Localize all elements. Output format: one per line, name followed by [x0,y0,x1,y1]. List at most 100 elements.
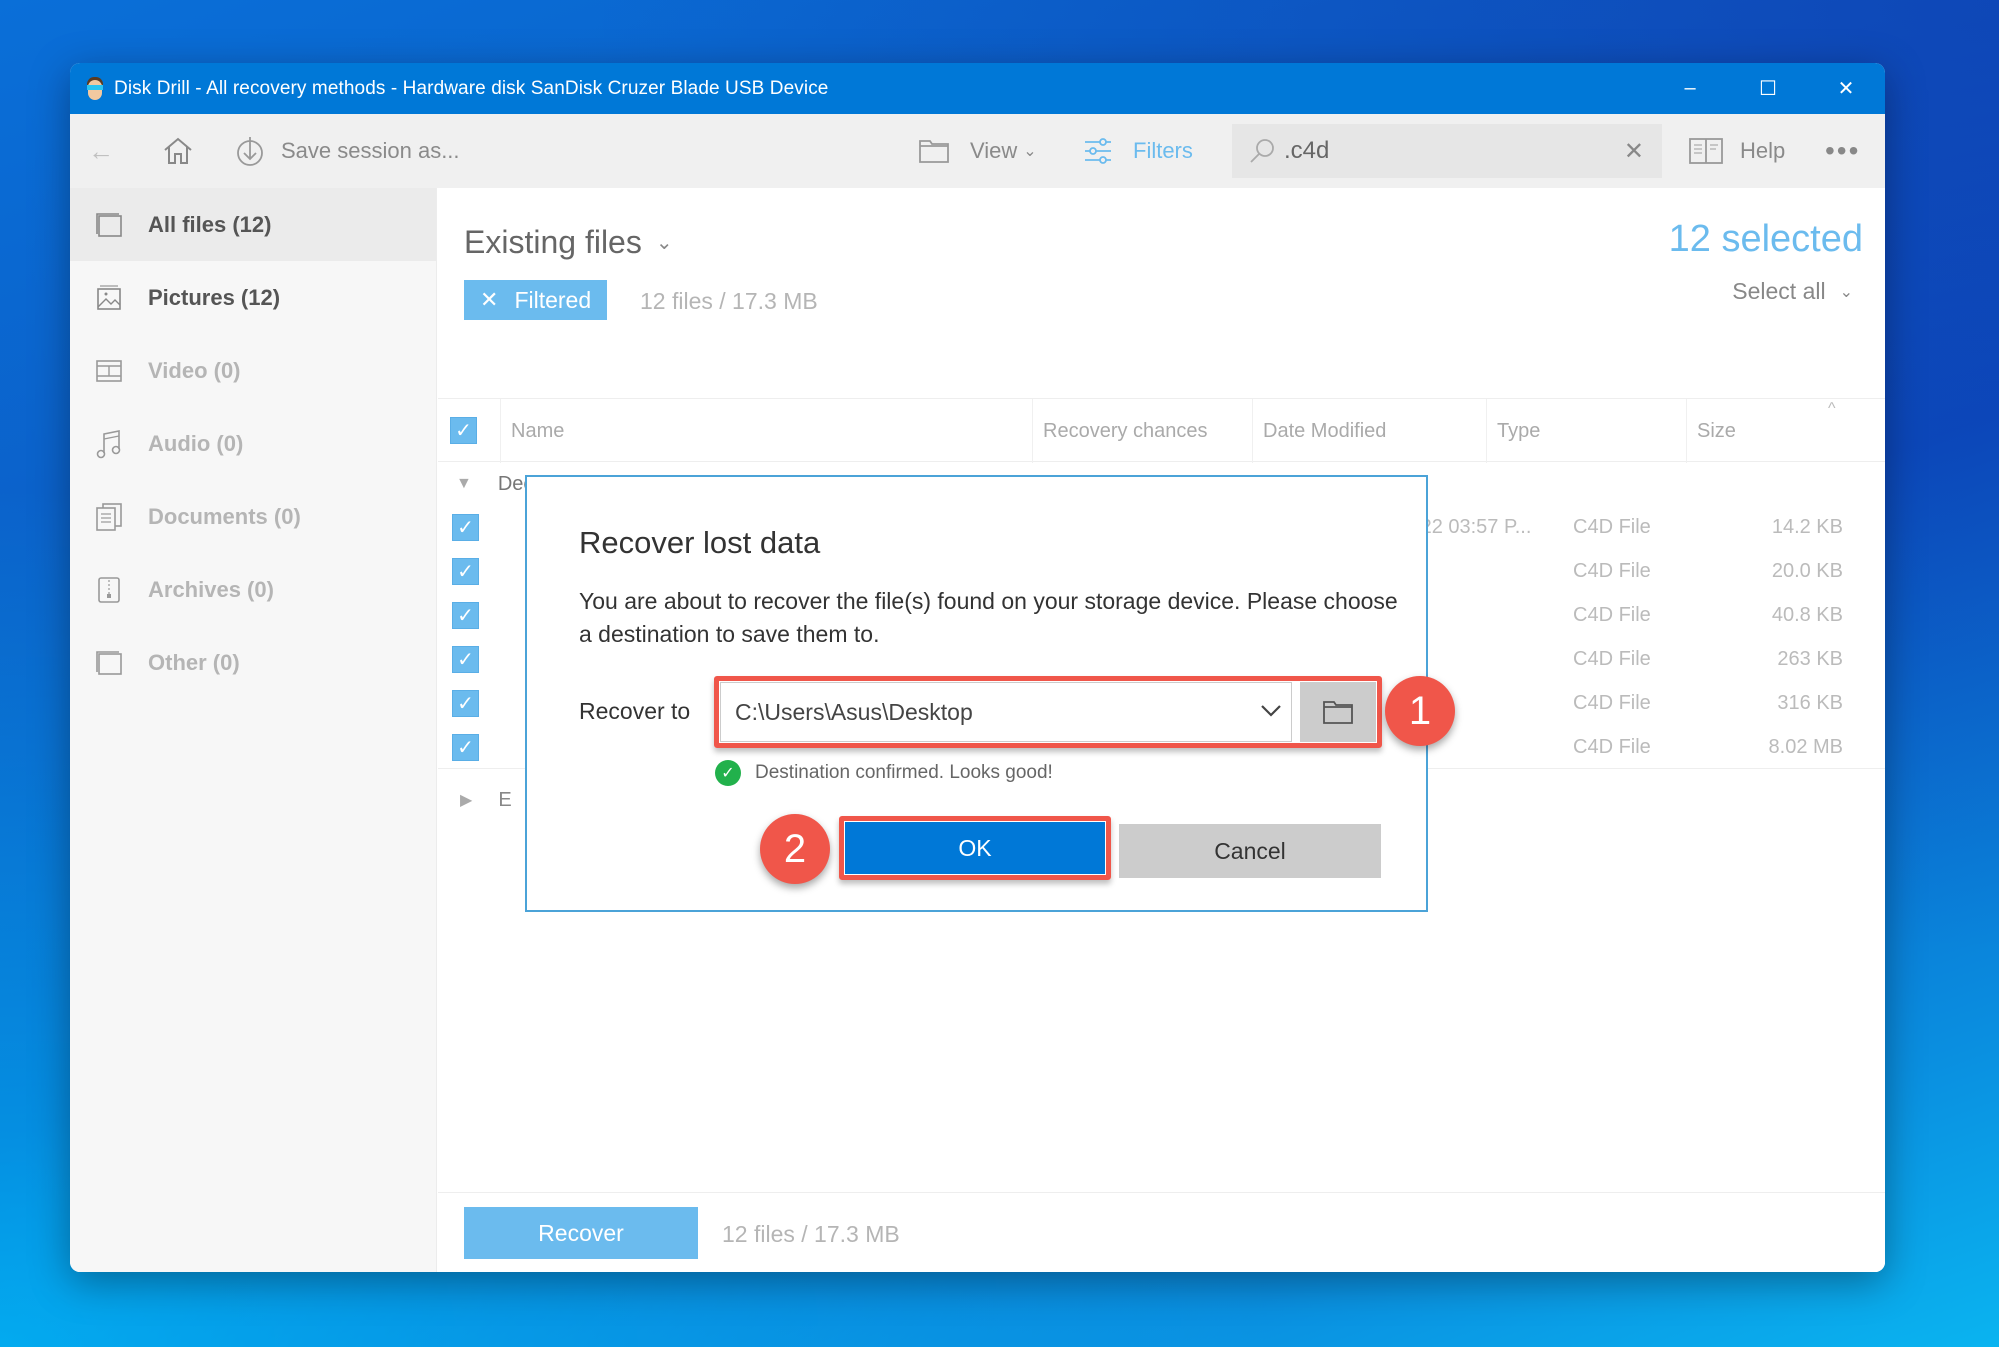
row-checkbox[interactable]: ✓ [452,558,479,585]
cancel-button[interactable]: Cancel [1119,824,1381,878]
close-button[interactable]: ✕ [1807,63,1885,114]
row-checkbox[interactable]: ✓ [452,734,479,761]
chevron-down-icon: ⌄ [655,232,673,254]
column-type[interactable]: Type [1486,399,1686,463]
section-dropdown[interactable]: Existing files ⌄ [464,224,673,261]
sliders-icon [1085,138,1111,164]
sidebar-item-documents[interactable]: Documents (0) [70,480,436,553]
filtered-label: Filtered [514,286,592,313]
sidebar-item-label: Audio (0) [148,430,244,456]
toolbar: ← Save session as... View ⌄ Filters ✕ He… [70,114,1885,188]
file-size: 14.2 KB [1771,516,1843,538]
row-checkbox[interactable]: ✓ [452,646,479,673]
destination-select[interactable]: C:\Users\Asus\Desktop [720,682,1292,742]
window-controls: – ☐ ✕ [1651,63,1885,114]
browse-folder-button[interactable] [1300,682,1376,742]
filters-button[interactable]: Filters [1083,137,1193,165]
dialog-title: Recover lost data [579,525,821,560]
home-button[interactable] [162,136,202,166]
arrow-left-icon: ← [88,135,114,166]
help-label: Help [1740,138,1786,163]
destination-value: C:\Users\Asus\Desktop [735,698,973,725]
recover-button[interactable]: Recover [464,1207,698,1259]
files-summary: 12 files / 17.3 MB [640,288,818,314]
chevron-down-icon: ⌄ [1023,143,1037,160]
sidebar-item-label: Documents (0) [148,503,301,529]
dialog-message: You are about to recover the file(s) fou… [579,588,1398,647]
view-label: View [970,138,1018,163]
chevron-down-icon: ⌄ [1839,283,1853,301]
home-icon [164,137,192,164]
pictures-icon [94,283,124,313]
row-checkbox[interactable]: ✓ [452,514,479,541]
column-date-modified[interactable]: Date Modified [1252,399,1486,463]
expand-triangle-icon: ▼ [456,475,472,492]
sidebar-item-label: All files (12) [148,211,272,237]
sidebar-item-label: Video (0) [148,357,241,383]
sidebar-item-pictures[interactable]: Pictures (12) [70,261,436,334]
more-options-button[interactable]: ••• [1825,135,1860,167]
select-all-dropdown[interactable]: Select all ⌄ [1732,278,1853,305]
table-header: ✓ Name Recovery chances Date Modified Ty… [438,398,1885,463]
folder-icon [919,140,949,163]
download-icon [237,137,263,166]
recover-to-label: Recover to [579,698,691,724]
file-size: 316 KB [1777,692,1843,714]
sidebar-item-video[interactable]: Video (0) [70,334,436,407]
view-button[interactable]: View ⌄ [918,138,1037,164]
audio-icon [94,429,124,459]
file-type: C4D File [1573,736,1651,758]
group-row-collapsed[interactable]: ▶ E [438,778,512,822]
sort-ascending-icon: ^ [1828,400,1836,417]
sidebar-item-archives[interactable]: Archives (0) [70,553,436,626]
back-button[interactable]: ← [88,136,124,167]
file-type: C4D File [1573,516,1651,538]
file-type: C4D File [1573,648,1651,670]
remove-filter-icon: ✕ [480,287,499,312]
other-icon [94,648,124,678]
sidebar-item-audio[interactable]: Audio (0) [70,407,436,480]
search-box: ✕ [1232,124,1662,178]
book-icon [1689,138,1723,164]
footer-bar: Recover 12 files / 17.3 MB [438,1192,1885,1272]
archives-icon [94,575,124,605]
file-size: 20.0 KB [1771,560,1843,582]
column-recovery-chances[interactable]: Recovery chances [1032,399,1252,463]
collapse-triangle-icon: ▶ [460,792,473,809]
column-name[interactable]: Name [500,399,1032,463]
search-input[interactable] [1284,137,1604,165]
step-2-badge: 2 [760,814,830,884]
sidebar-item-all-files[interactable]: All files (12) [70,188,436,261]
maximize-button[interactable]: ☐ [1729,63,1807,114]
step-1-badge: 1 [1385,676,1455,746]
file-type: C4D File [1573,604,1651,626]
confirmation-text: Destination confirmed. Looks good! [755,762,1053,783]
row-checkbox[interactable]: ✓ [452,690,479,717]
more-icon: ••• [1825,135,1861,166]
filtered-chip[interactable]: ✕ Filtered [464,280,608,320]
minimize-button[interactable]: – [1651,63,1729,114]
sidebar-item-label: Archives (0) [148,576,274,602]
column-size[interactable]: Size [1686,399,1885,463]
row-checkbox[interactable]: ✓ [452,602,479,629]
clear-search-icon[interactable]: ✕ [1624,137,1644,166]
file-size: 263 KB [1777,648,1843,670]
window-title: Disk Drill - All recovery methods - Hard… [114,77,829,99]
sidebar-item-label: Pictures (12) [148,284,281,310]
ok-button[interactable]: OK [845,822,1105,874]
select-all-label: Select all [1732,278,1826,304]
help-button[interactable]: Help [1688,137,1785,165]
save-session-label: Save session as... [281,138,460,163]
recover-dialog: Recover lost data You are about to recov… [525,475,1428,912]
sidebar-item-other[interactable]: Other (0) [70,626,436,699]
file-type: C4D File [1573,692,1651,714]
destination-confirmation: ✓ Destination confirmed. Looks good! [715,760,1053,786]
select-all-checkbox[interactable]: ✓ [450,417,477,444]
search-icon [1250,139,1274,163]
filters-label: Filters [1133,138,1193,163]
footer-summary: 12 files / 17.3 MB [722,1221,900,1247]
save-session-button[interactable]: Save session as... [235,135,460,167]
title-bar: Disk Drill - All recovery methods - Hard… [70,63,1885,114]
video-icon [94,356,124,386]
selected-count: 12 selected [1668,218,1863,260]
